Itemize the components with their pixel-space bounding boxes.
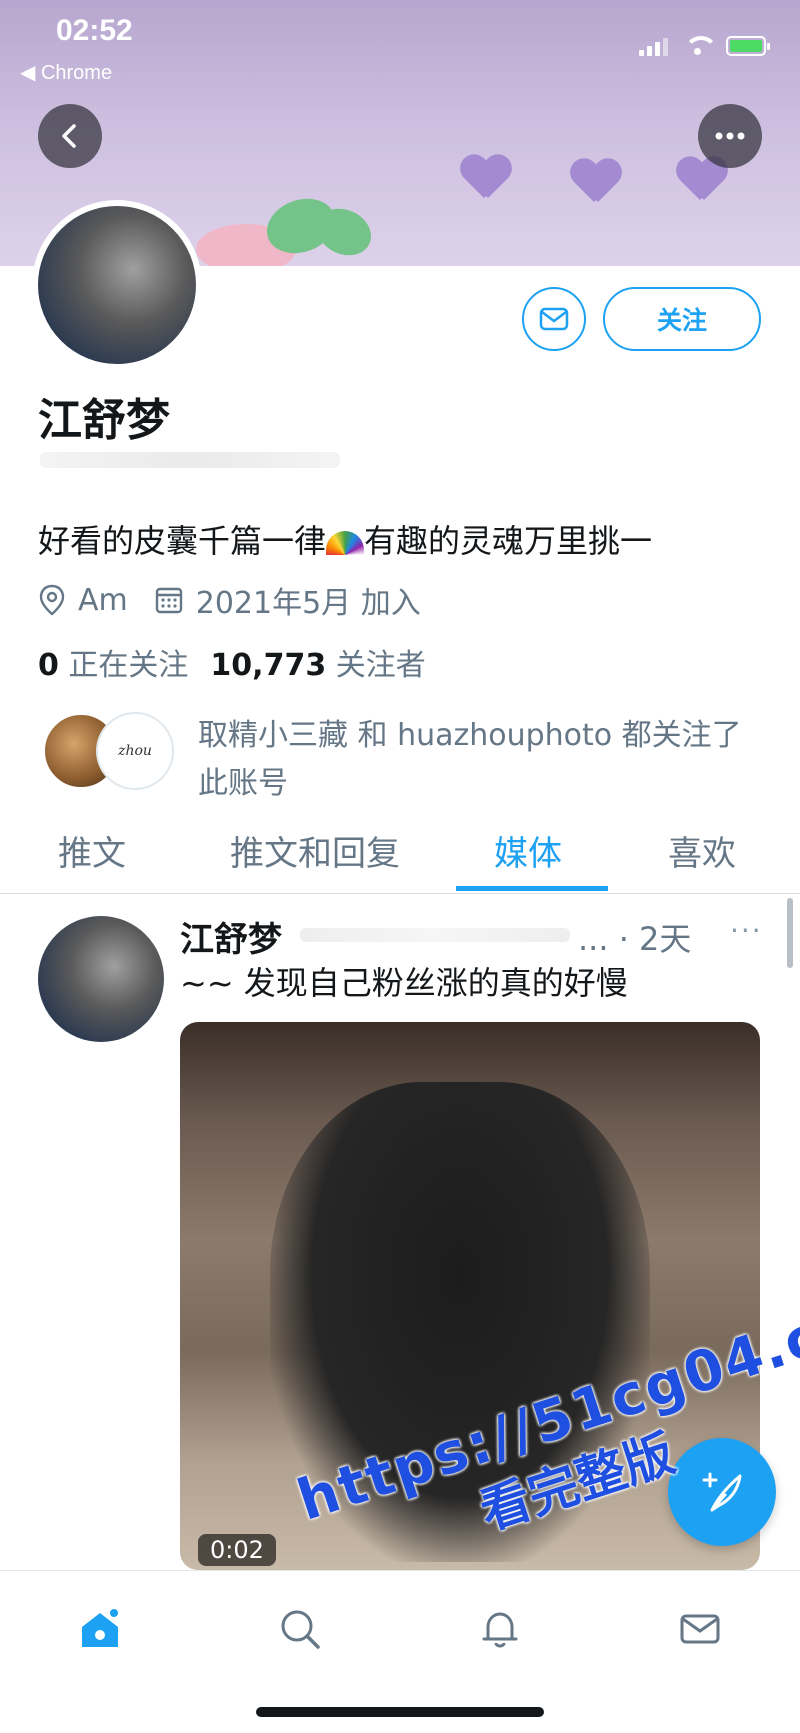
nav-home[interactable] — [70, 1599, 130, 1659]
message-button[interactable] — [522, 287, 586, 351]
tweet-author-name[interactable]: 江舒梦 — [180, 912, 282, 961]
back-button[interactable] — [38, 104, 102, 168]
battery-icon — [726, 36, 770, 56]
active-tab-indicator — [456, 886, 608, 891]
status-time: 02:52 — [56, 14, 133, 47]
follower-avatar: zhou — [96, 712, 174, 790]
profile-bio: 好看的皮囊千篇一律 有趣的灵魂万里挑一 — [38, 516, 652, 562]
compose-tweet-button[interactable] — [668, 1438, 776, 1546]
calendar-icon — [155, 587, 182, 614]
profile-avatar[interactable] — [32, 200, 202, 370]
more-horizontal-icon — [715, 132, 745, 140]
bottom-navigation — [0, 1570, 800, 1733]
tweet-author-avatar[interactable] — [38, 916, 164, 1042]
compose-feather-icon — [702, 1472, 742, 1512]
profile-stats: 0 正在关注 10,773 关注者 — [38, 640, 448, 684]
tweet-time-text: · 2天 — [618, 920, 692, 958]
heart-icon — [460, 156, 512, 202]
wifi-icon — [684, 36, 718, 56]
location: Am — [38, 583, 128, 618]
heart-icon — [570, 160, 622, 206]
followers-count: 10,773 — [210, 648, 327, 683]
scrollbar[interactable] — [787, 898, 793, 968]
tab-likes[interactable]: 喜欢 — [668, 826, 736, 875]
bio-text: 有趣的灵魂万里挑一 — [364, 522, 653, 560]
search-icon — [281, 1610, 320, 1649]
back-to-app-link[interactable]: ◀ Chrome — [20, 60, 112, 85]
video-duration: 0:02 — [198, 1534, 276, 1566]
followed-by-text: 取精小三藏 和 huazhouphoto 都关注了此账号 — [198, 718, 742, 801]
followed-by-section[interactable]: zhou 取精小三藏 和 huazhouphoto 都关注了此账号 — [42, 712, 762, 808]
display-name: 江舒梦 — [38, 395, 170, 446]
follow-button[interactable]: 关注 — [603, 287, 761, 351]
join-date: 2021年5月 加入 — [154, 578, 421, 622]
bell-icon — [482, 1612, 518, 1648]
profile-meta: Am 2021年5月 加入 — [38, 578, 447, 622]
tab-media[interactable]: 媒体 — [494, 826, 562, 875]
tweet-handle-redacted — [300, 928, 570, 942]
tab-tweets-replies[interactable]: 推文和回复 — [230, 826, 400, 875]
location-pin-icon — [39, 584, 65, 616]
handle-redacted — [40, 452, 340, 468]
following-link[interactable]: 0 正在关注 — [38, 640, 188, 684]
join-date-text: 2021年5月 加入 — [195, 586, 421, 621]
more-options-button[interactable] — [698, 104, 762, 168]
nav-notifications[interactable] — [470, 1599, 530, 1659]
followers-label: 关注者 — [335, 648, 426, 683]
tweet-text: ~~ 发现自己粉丝涨的真的好慢 — [180, 964, 628, 1002]
status-icons — [639, 36, 770, 56]
video-thumbnail — [270, 1082, 650, 1562]
tweet-more-button[interactable]: ··· — [730, 914, 763, 947]
home-indicator — [256, 1707, 544, 1717]
signal-icon — [639, 38, 668, 56]
followers-link[interactable]: 10,773 关注者 — [210, 640, 425, 684]
following-count: 0 — [38, 648, 59, 683]
tweet-timestamp: ... · 2天 — [578, 914, 691, 960]
nav-messages[interactable] — [670, 1599, 730, 1659]
chevron-left-icon — [62, 124, 76, 148]
location-text: Am — [78, 582, 128, 618]
follower-avatar-text: zhou — [118, 743, 152, 759]
envelope-icon — [680, 1614, 720, 1644]
envelope-icon — [539, 307, 569, 331]
nav-search[interactable] — [270, 1599, 330, 1659]
rainbow-emoji-icon — [326, 531, 365, 555]
tweet-handle-ellipsis: ... — [578, 920, 609, 958]
tab-tweets[interactable]: 推文 — [58, 826, 126, 875]
following-label: 正在关注 — [68, 648, 189, 683]
home-icon — [82, 1607, 120, 1647]
bio-text: 好看的皮囊千篇一律 — [38, 522, 327, 560]
profile-tabs: 推文 推文和回复 媒体 喜欢 — [0, 818, 800, 894]
